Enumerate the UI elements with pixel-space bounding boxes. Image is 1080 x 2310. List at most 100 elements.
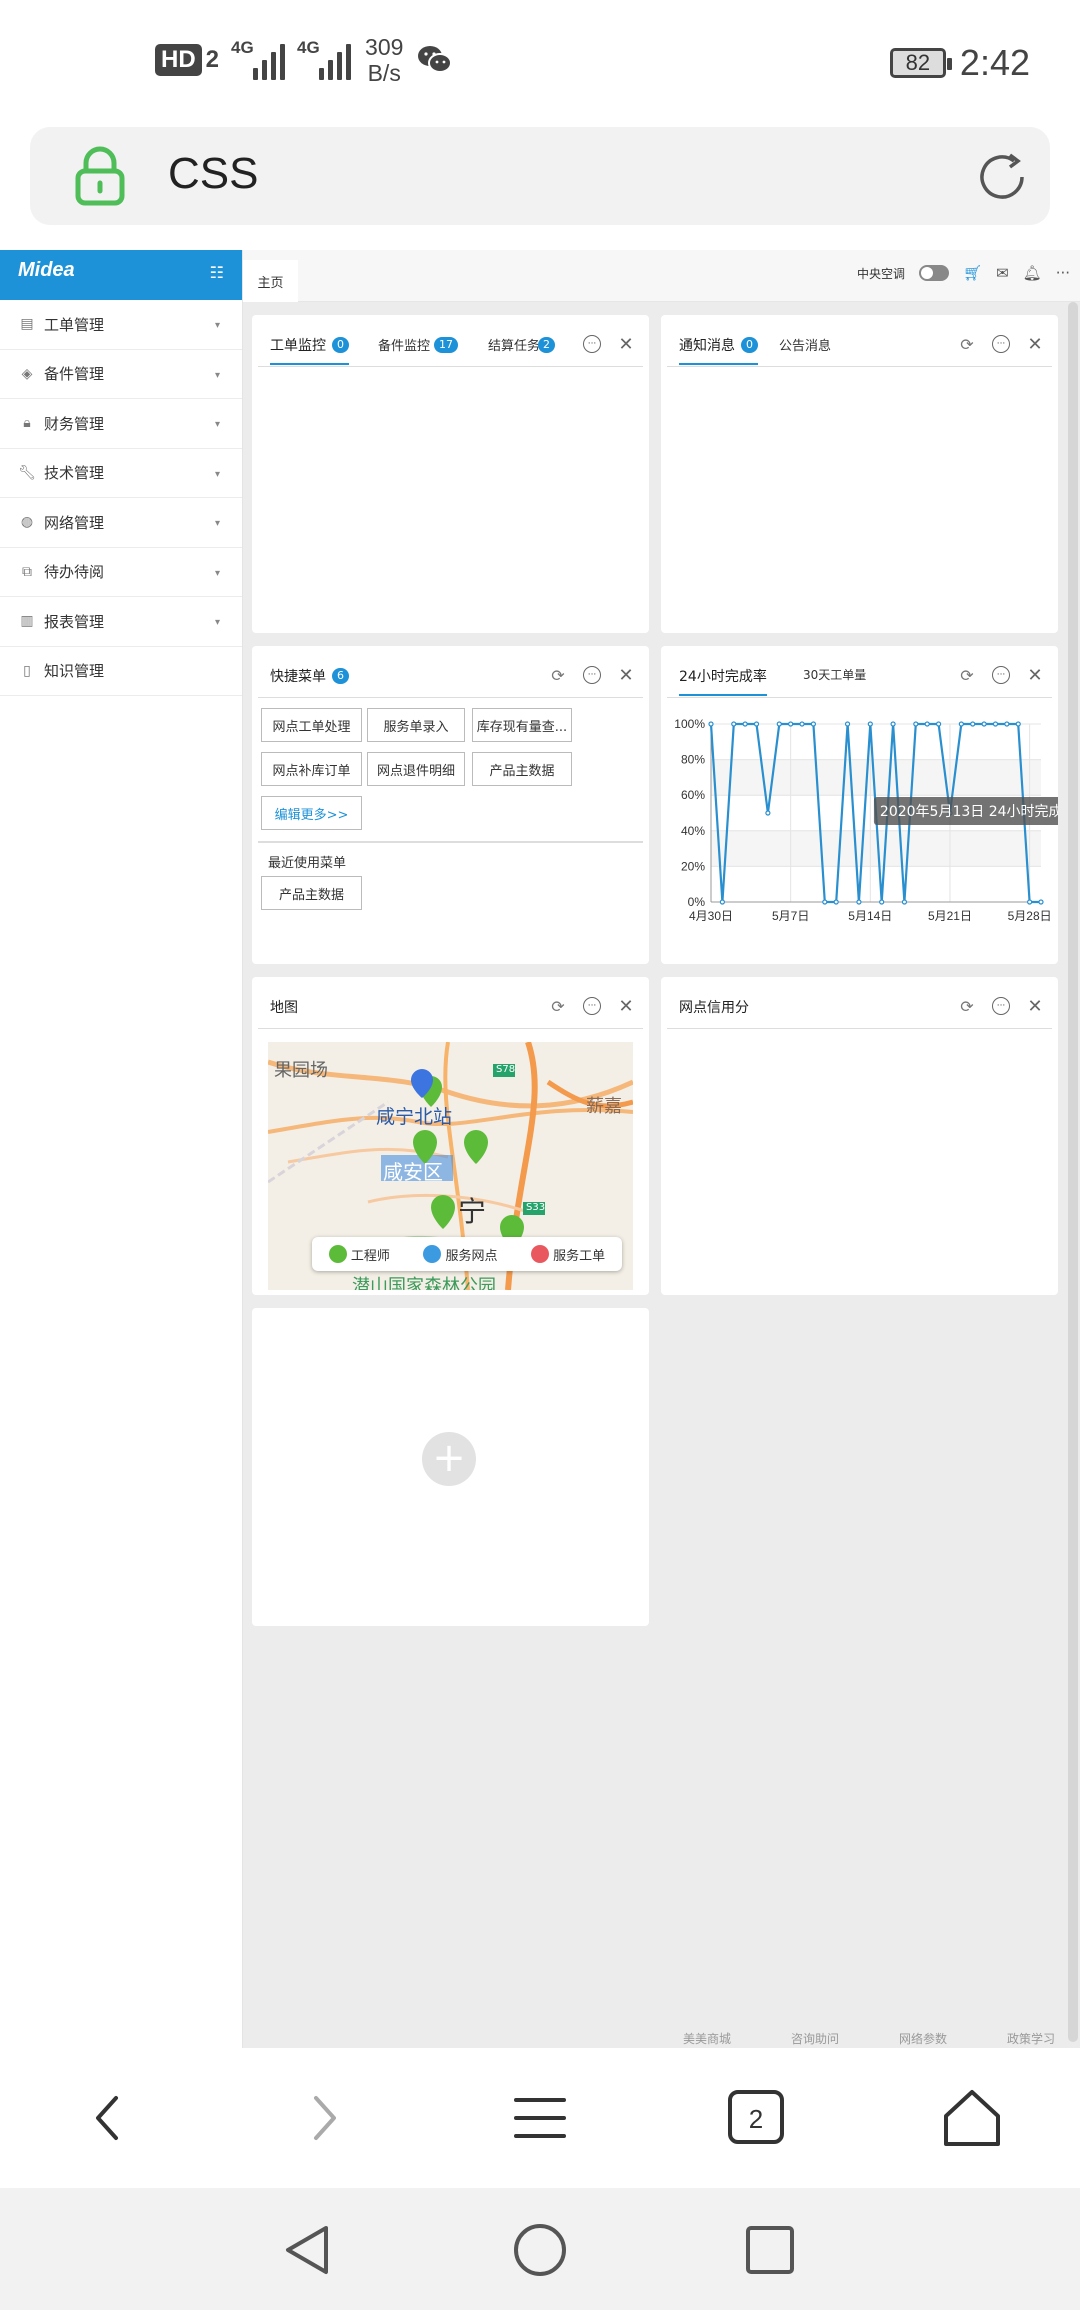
tab-workorder-monitor[interactable]: 工单监控 0 bbox=[270, 335, 349, 365]
data-point[interactable] bbox=[970, 721, 976, 727]
close-icon[interactable]: ✕ bbox=[1026, 996, 1044, 1017]
quick-button[interactable]: 服务单录入 bbox=[367, 708, 465, 742]
footer-link[interactable]: 咨询助问 bbox=[791, 2030, 839, 2047]
legend-service-order[interactable]: 服务工单 bbox=[531, 1245, 605, 1264]
data-point[interactable] bbox=[879, 899, 885, 905]
data-point[interactable] bbox=[913, 721, 919, 727]
data-point[interactable] bbox=[822, 899, 828, 905]
close-icon[interactable]: ✕ bbox=[617, 665, 635, 686]
close-icon[interactable]: ✕ bbox=[617, 334, 635, 355]
data-point[interactable] bbox=[935, 721, 942, 727]
legend-service-point[interactable]: 服务网点 bbox=[423, 1245, 497, 1264]
data-point[interactable] bbox=[958, 721, 964, 727]
data-point[interactable] bbox=[708, 721, 714, 727]
map-view[interactable]: 果园场 咸宁北站 咸安区 宁 薪嘉 潜山国家森林公园 S78 S33 工程师 服… bbox=[268, 1042, 633, 1290]
footer-link[interactable]: 网络参数 bbox=[899, 2030, 947, 2047]
close-icon[interactable]: ✕ bbox=[617, 996, 635, 1017]
sidebar-item[interactable]: ▥ 报表管理 ▾ bbox=[0, 597, 242, 647]
sidebar-item[interactable]: ▯ 知识管理 bbox=[0, 647, 242, 696]
more-icon[interactable]: ··· bbox=[1056, 264, 1070, 282]
data-point[interactable] bbox=[799, 721, 805, 727]
tab-24h-completion[interactable]: 24小时完成率 bbox=[679, 666, 767, 696]
data-point[interactable] bbox=[788, 721, 794, 727]
data-point[interactable] bbox=[1004, 721, 1010, 727]
add-widget-button[interactable]: + bbox=[422, 1432, 476, 1486]
more-options-icon[interactable]: ··· bbox=[583, 666, 601, 684]
data-point[interactable] bbox=[992, 721, 999, 727]
data-point[interactable] bbox=[810, 721, 817, 727]
grid-band bbox=[711, 759, 1041, 796]
more-options-icon[interactable]: ··· bbox=[992, 997, 1010, 1015]
refresh-icon[interactable]: ⟳ bbox=[958, 666, 976, 685]
sidebar-item[interactable]: ◍ 网络管理 ▾ bbox=[0, 498, 242, 548]
more-options-icon[interactable]: ··· bbox=[992, 335, 1010, 353]
cart-icon[interactable]: 🛒︎ bbox=[963, 264, 982, 282]
data-point[interactable] bbox=[719, 899, 725, 905]
tab-home[interactable]: 主页 bbox=[243, 260, 298, 302]
data-point[interactable] bbox=[765, 810, 771, 816]
tab-settlement[interactable]: 结算任务 2 bbox=[488, 335, 556, 354]
data-point[interactable] bbox=[901, 899, 908, 905]
data-point[interactable] bbox=[867, 721, 873, 727]
data-point[interactable] bbox=[1015, 721, 1021, 727]
tab-notifications[interactable]: 通知消息 0 bbox=[679, 335, 758, 365]
nav-back-icon[interactable] bbox=[278, 2220, 338, 2280]
quick-button[interactable]: 库存现有量查... bbox=[472, 708, 572, 742]
tabs-icon[interactable]: 2 bbox=[724, 2086, 788, 2150]
data-point[interactable] bbox=[981, 721, 987, 727]
refresh-icon[interactable]: ⟳ bbox=[549, 666, 567, 685]
recent-menu-title: 最近使用菜单 bbox=[268, 856, 347, 871]
recent-button[interactable]: 产品主数据 bbox=[261, 876, 362, 910]
data-point[interactable] bbox=[1027, 899, 1033, 905]
back-icon[interactable] bbox=[76, 2086, 140, 2150]
footer-link[interactable]: 美美商城 bbox=[683, 2030, 731, 2047]
message-icon[interactable]: ✉︎ bbox=[996, 264, 1009, 282]
edit-more-button[interactable]: 编辑更多>> bbox=[261, 796, 362, 830]
data-point[interactable] bbox=[731, 721, 737, 727]
footer-link[interactable]: 政策学习 bbox=[1007, 2030, 1055, 2047]
bell-icon[interactable]: 🔔︎ bbox=[1023, 264, 1042, 282]
tab-announcements[interactable]: 公告消息 bbox=[779, 335, 831, 354]
central-ac-toggle[interactable] bbox=[919, 265, 950, 281]
quick-button[interactable]: 网点退件明细 bbox=[367, 752, 465, 786]
data-point[interactable] bbox=[924, 721, 930, 727]
nav-home-icon[interactable] bbox=[510, 2220, 570, 2280]
more-options-icon[interactable]: ··· bbox=[583, 997, 601, 1015]
sidebar-item[interactable]: ▤ 工单管理 ▾ bbox=[0, 300, 242, 350]
sidebar-item[interactable]: 🔧︎ 技术管理 ▾ bbox=[0, 449, 242, 498]
close-icon[interactable]: ✕ bbox=[1026, 334, 1044, 355]
forward-icon[interactable] bbox=[292, 2086, 356, 2150]
refresh-icon[interactable]: ⟳ bbox=[958, 335, 976, 354]
quick-button[interactable]: 网点工单处理 bbox=[261, 708, 362, 742]
nav-recents-icon[interactable] bbox=[740, 2220, 800, 2280]
data-point[interactable] bbox=[753, 721, 760, 727]
collapse-menu-icon[interactable]: ☷ bbox=[210, 263, 224, 282]
menu-icon[interactable] bbox=[508, 2086, 572, 2150]
more-options-icon[interactable]: ··· bbox=[992, 666, 1010, 684]
chevron-down-icon: ▾ bbox=[214, 468, 220, 480]
data-point[interactable] bbox=[776, 721, 782, 727]
data-point[interactable] bbox=[844, 721, 851, 727]
data-point[interactable] bbox=[833, 899, 839, 905]
data-point[interactable] bbox=[890, 721, 896, 727]
scrollbar[interactable] bbox=[1068, 302, 1078, 2042]
refresh-icon[interactable]: ⟳ bbox=[958, 997, 976, 1016]
close-icon[interactable]: ✕ bbox=[1026, 665, 1044, 686]
legend-engineer[interactable]: 工程师 bbox=[328, 1245, 390, 1264]
quick-button[interactable]: 网点补库订单 bbox=[261, 752, 362, 786]
url-text[interactable]: CSS bbox=[168, 149, 258, 199]
more-options-icon[interactable]: ··· bbox=[583, 335, 601, 353]
home-icon[interactable] bbox=[940, 2086, 1004, 2150]
refresh-icon[interactable]: ⟳ bbox=[549, 997, 567, 1016]
sidebar-item[interactable]: ⧉ 待办待阅 ▾ bbox=[0, 548, 242, 597]
reload-icon[interactable] bbox=[974, 149, 1030, 205]
data-point[interactable] bbox=[1038, 899, 1044, 905]
sidebar-item[interactable]: ◈ 备件管理 ▾ bbox=[0, 350, 242, 399]
tab-30day-orders[interactable]: 30天工单量 bbox=[803, 666, 866, 683]
tab-parts-monitor[interactable]: 备件监控 17 bbox=[378, 335, 459, 354]
sidebar-item[interactable]: 🔒︎ 财务管理 ▾ bbox=[0, 399, 242, 449]
quick-button[interactable]: 产品主数据 bbox=[472, 752, 572, 786]
address-bar[interactable]: CSS bbox=[30, 127, 1050, 225]
data-point[interactable] bbox=[742, 721, 748, 727]
data-point[interactable] bbox=[856, 899, 862, 905]
